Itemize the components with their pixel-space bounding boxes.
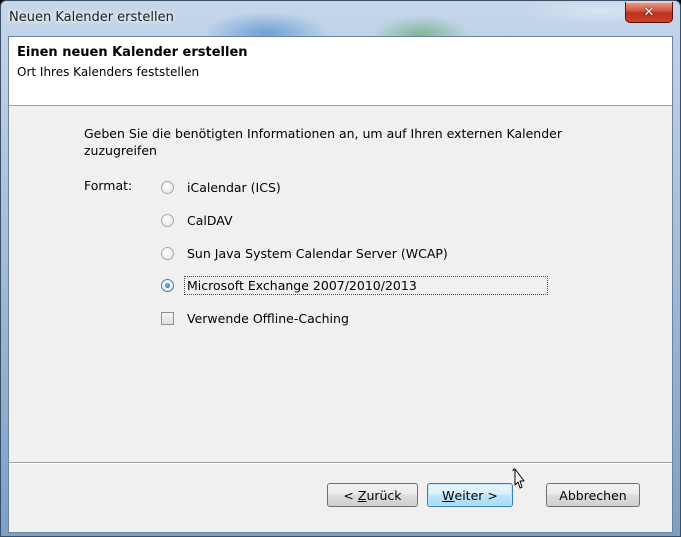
- title-bar[interactable]: Neuen Kalender erstellen ✕: [1, 1, 680, 36]
- format-label: Format:: [84, 178, 133, 193]
- radio-microsoft-exchange[interactable]: Microsoft Exchange 2007/2010/2013: [161, 274, 548, 296]
- wizard-page-subtitle: Ort Ihres Kalenders feststellen: [17, 65, 200, 79]
- next-button[interactable]: Weiter >: [427, 483, 513, 507]
- option-label: Sun Java System Calendar Server (WCAP): [187, 245, 448, 261]
- next-accelerator: W: [442, 487, 455, 503]
- back-accelerator: Z: [357, 487, 367, 503]
- checkbox-offline-caching[interactable]: Verwende Offline-Caching: [161, 307, 352, 329]
- option-label: iCalendar (ICS): [187, 179, 281, 195]
- back-button[interactable]: < Zurück: [327, 483, 418, 507]
- radio-button[interactable]: [161, 213, 174, 227]
- radio-button[interactable]: [161, 180, 174, 194]
- instructions-text: Geben Sie die benötigten Informationen a…: [84, 126, 562, 158]
- radio-caldav[interactable]: CalDAV: [161, 209, 236, 231]
- radio-icalendar[interactable]: iCalendar (ICS): [161, 176, 284, 198]
- next-label-rest: eiter >: [454, 487, 498, 503]
- option-label: CalDAV: [187, 212, 233, 228]
- window-title: Neuen Kalender erstellen: [9, 10, 174, 25]
- dialog-window: Neuen Kalender erstellen ✕ Einen neuen K…: [0, 0, 681, 537]
- checkbox[interactable]: [161, 311, 174, 325]
- footer-divider: [9, 462, 672, 463]
- back-prefix: <: [343, 487, 358, 503]
- mouse-pointer-icon: [512, 468, 525, 489]
- wizard-page-title: Einen neuen Kalender erstellen: [17, 45, 248, 60]
- close-icon: ✕: [643, 4, 655, 20]
- radio-button[interactable]: [161, 246, 174, 260]
- option-label: Verwende Offline-Caching: [187, 310, 349, 326]
- radio-wcap[interactable]: Sun Java System Calendar Server (WCAP): [161, 242, 451, 264]
- cancel-button[interactable]: Abbrechen: [546, 483, 640, 507]
- close-button[interactable]: ✕: [625, 2, 673, 23]
- radio-button-selected[interactable]: [161, 278, 174, 292]
- dialog-client-area: Einen neuen Kalender erstellen Ort Ihres…: [8, 36, 673, 533]
- option-label: Microsoft Exchange 2007/2010/2013: [184, 275, 548, 295]
- wizard-header: Einen neuen Kalender erstellen Ort Ihres…: [9, 37, 672, 106]
- back-label-rest: urück: [366, 487, 402, 503]
